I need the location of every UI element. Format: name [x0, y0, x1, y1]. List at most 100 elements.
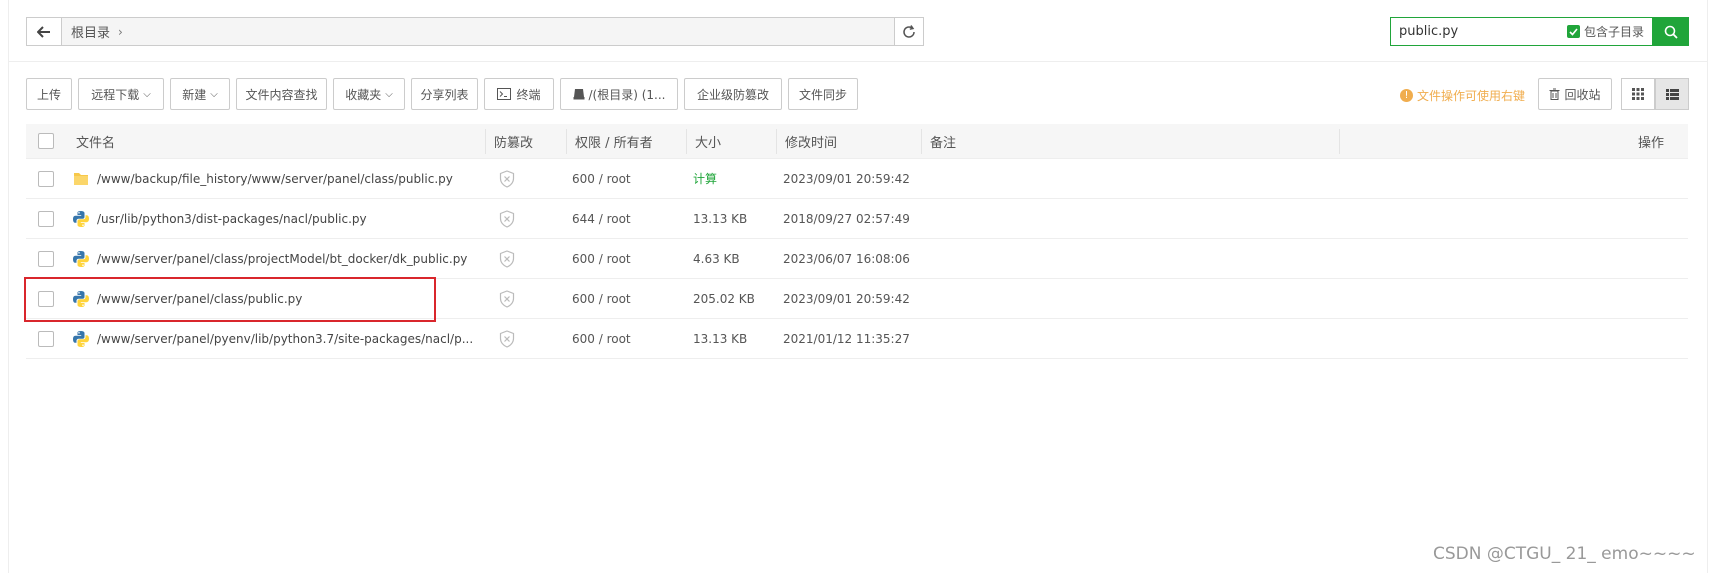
header-permission[interactable]: 权限 / 所有者 [575, 124, 653, 158]
chevron-down-icon: ⌵ [143, 88, 151, 100]
header-name[interactable]: 文件名 [76, 124, 115, 158]
file-size: 13.13 KB [693, 331, 748, 346]
chevron-down-icon: ⌵ [210, 88, 218, 100]
file-modified-time: 2023/09/01 20:59:42 [783, 171, 910, 186]
file-permission[interactable]: 600 / root [572, 279, 631, 318]
tip-label: 文件操作可使用右键 [1417, 89, 1526, 103]
column-divider [566, 129, 567, 154]
upload-button[interactable]: 上传 [26, 78, 72, 110]
tamper-label: 企业级防篡改 [696, 87, 769, 102]
search-button[interactable] [1653, 17, 1689, 46]
content-search-button[interactable]: 文件内容查找 [236, 78, 327, 110]
share-list-button[interactable]: 分享列表 [411, 78, 478, 110]
check-icon [1567, 25, 1580, 38]
header-tamper[interactable]: 防篡改 [494, 124, 533, 158]
terminal-button[interactable]: 终端 [484, 78, 554, 110]
include-subdir-label: 包含子目录 [1584, 25, 1645, 39]
upload-label: 上传 [37, 87, 62, 102]
list-icon [1665, 88, 1679, 100]
refresh-button[interactable] [894, 18, 923, 45]
shield-icon[interactable] [499, 319, 515, 358]
recycle-bin-button[interactable]: 回收站 [1538, 78, 1612, 110]
file-size: 205.02 KB [693, 291, 755, 306]
include-subdir-checkbox[interactable]: 包含子目录 [1567, 23, 1644, 40]
view-switcher [1621, 78, 1689, 110]
disk-button[interactable]: /(根目录) (1... [560, 78, 678, 110]
row-checkbox-cell [38, 319, 54, 358]
row-checkbox-cell [38, 159, 54, 198]
row-checkbox[interactable] [38, 250, 54, 267]
python-file-icon [72, 319, 90, 358]
disk-label: /(根目录) (1... [588, 87, 666, 102]
file-modified-time: 2021/01/12 11:35:27 [783, 331, 910, 346]
favorites-button[interactable]: 收藏夹 ⌵ [333, 78, 405, 110]
row-checkbox[interactable] [38, 210, 54, 227]
row-checkbox-cell [38, 239, 54, 278]
file-size: 4.63 KB [693, 251, 740, 266]
header-size[interactable]: 大小 [695, 124, 721, 158]
python-file-icon [72, 199, 90, 238]
row-checkbox[interactable] [38, 330, 54, 347]
file-name[interactable]: /www/server/panel/class/projectModel/bt_… [97, 239, 467, 278]
remote-download-button[interactable]: 远程下载 ⌵ [78, 78, 164, 110]
info-icon: ! [1400, 89, 1413, 102]
recycle-label: 回收站 [1564, 87, 1601, 102]
divider [8, 61, 1708, 62]
trash-icon [1549, 88, 1560, 100]
breadcrumb-root[interactable]: 根目录 [71, 22, 110, 41]
table-row[interactable]: /www/backup/file_history/www/server/pane… [26, 159, 1688, 199]
terminal-label: 终端 [516, 87, 541, 102]
table-row[interactable]: /usr/lib/python3/dist-packages/nacl/publ… [26, 199, 1688, 239]
file-permission[interactable]: 600 / root [572, 239, 631, 278]
file-permission[interactable]: 600 / root [572, 319, 631, 358]
column-divider [776, 129, 777, 154]
shield-icon[interactable] [499, 159, 515, 198]
file-name[interactable]: /www/backup/file_history/www/server/pane… [97, 159, 453, 198]
tamper-button[interactable]: 企业级防篡改 [684, 78, 782, 110]
refresh-icon [903, 24, 915, 38]
table-row[interactable]: /www/server/panel/class/projectModel/bt_… [26, 239, 1688, 279]
disk-icon [573, 89, 584, 100]
chevron-right-icon: › [118, 24, 123, 39]
grid-view-button[interactable] [1621, 78, 1655, 110]
row-checkbox[interactable] [38, 170, 54, 187]
highlight-box [24, 277, 436, 322]
select-all-checkbox[interactable] [38, 133, 54, 149]
file-name[interactable]: /www/server/panel/pyenv/lib/python3.7/si… [97, 319, 473, 358]
shield-icon[interactable] [499, 279, 515, 318]
new-button[interactable]: 新建 ⌵ [170, 78, 230, 110]
file-permission[interactable]: 600 / root [572, 159, 631, 198]
header-operations: 操作 [1637, 135, 1664, 151]
table-row[interactable]: /www/server/panel/pyenv/lib/python3.7/si… [26, 319, 1688, 359]
file-size[interactable]: 计算 [693, 159, 717, 198]
toolbar: 上传 远程下载 ⌵ 新建 ⌵ 文件内容查找 收藏夹 ⌵ 分享列表 终端 /(根目录) … [26, 78, 864, 110]
file-modified-time: 2023/06/07 16:08:06 [783, 251, 910, 266]
header-modified[interactable]: 修改时间 [785, 124, 837, 158]
file-name[interactable]: /usr/lib/python3/dist-packages/nacl/publ… [97, 199, 367, 238]
file-sync-button[interactable]: 文件同步 [788, 78, 858, 110]
file-permission[interactable]: 644 / root [572, 199, 631, 238]
file-search: 包含子目录 [1390, 17, 1689, 46]
shield-icon[interactable] [499, 239, 515, 278]
column-divider [921, 129, 922, 154]
table-header: 文件名 防篡改 权限 / 所有者 大小 修改时间 备注 操作 [26, 124, 1688, 159]
breadcrumb[interactable]: 根目录 › [62, 18, 123, 45]
remote-download-label: 远程下载 [91, 87, 140, 102]
share-list-label: 分享列表 [420, 87, 469, 102]
list-view-button[interactable] [1655, 78, 1689, 110]
select-all-cell [38, 124, 54, 158]
back-button[interactable] [27, 18, 62, 45]
new-label: 新建 [182, 87, 207, 102]
content-search-label: 文件内容查找 [245, 87, 318, 102]
path-bar: 根目录 › [26, 17, 924, 46]
search-icon [1664, 25, 1678, 39]
chevron-down-icon: ⌵ [385, 88, 393, 100]
shield-icon[interactable] [499, 199, 515, 238]
favorites-label: 收藏夹 [345, 87, 382, 102]
right-click-tip: ! 文件操作可使用右键 [1400, 87, 1525, 104]
table-body: /www/backup/file_history/www/server/pane… [26, 159, 1688, 359]
grid-icon [1632, 88, 1644, 100]
header-remark: 备注 [930, 135, 957, 151]
file-table: 文件名 防篡改 权限 / 所有者 大小 修改时间 备注 操作 /www/back… [26, 124, 1688, 359]
file-modified-time: 2018/09/27 02:57:49 [783, 211, 910, 226]
